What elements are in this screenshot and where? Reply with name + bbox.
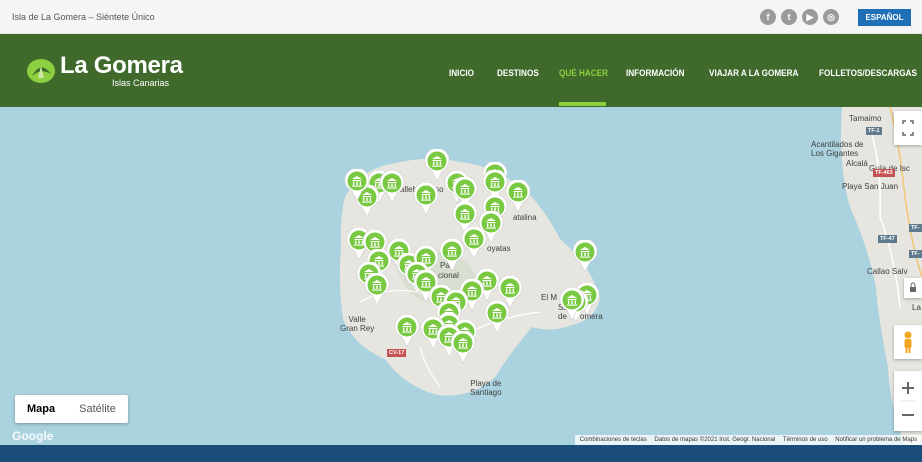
road-badge-cv17: CV-17 [387,349,407,357]
footer-strip [0,445,922,462]
youtube-icon[interactable]: ▶ [802,9,818,25]
map-label-callao: Callao Salv [867,267,908,276]
active-nav-indicator [559,102,606,106]
road-badge-tf463: TF-463 [873,169,895,177]
map-marker[interactable] [559,286,585,321]
museum-icon [505,178,531,213]
zoom-buttons [900,382,916,416]
nav-inicio[interactable]: INICIO [449,68,474,79]
map-marker[interactable] [484,299,510,334]
report-problem-link[interactable]: Notificar un problema de Maps [835,437,917,443]
map-type-map[interactable]: Mapa [15,395,67,423]
map-label-playa-san-juan: Playa San Juan [842,182,899,191]
top-bar: Isla de La Gomera – Siéntete Único f t ▶… [0,0,922,34]
museum-icon [484,299,510,334]
instagram-icon[interactable]: ◎ [823,9,839,25]
fullscreen-icon [902,120,914,136]
map-marker[interactable] [450,329,476,364]
map-label-la: La [912,303,921,312]
zoom-control [894,371,922,431]
logo-title[interactable]: La Gomera [60,52,183,80]
road-badge-tf47: TF-47 [878,235,897,243]
nav-viajar[interactable]: VIAJAR A LA GOMERA [709,68,798,79]
site-tagline: Isla de La Gomera – Siéntete Único [12,12,155,22]
road-badge-tf: TF- [909,224,922,232]
google-logo[interactable]: Google [12,429,53,443]
map-label-park-b: cional [438,271,459,280]
map-attribution: Combinaciones de teclas Datos de mapas ©… [574,435,922,445]
nav-informacion[interactable]: INFORMACIÓN [626,68,685,79]
museum-icon [379,169,405,204]
map-marker[interactable] [364,271,390,306]
logo-subtitle: Islas Canarias [112,78,170,88]
zoom-in-icon[interactable] [902,382,914,394]
nav-folletos[interactable]: FOLLETOS/DESCARGAS [819,68,917,79]
map-marker[interactable] [379,169,405,204]
map-label-ceyatas: oyatas [487,244,511,253]
lock-icon [910,282,916,292]
map-marker[interactable] [394,313,420,348]
museum-icon [394,313,420,348]
map-label-acantilados: Acantilados de Los Gigantes [811,140,864,158]
map-type-satellite[interactable]: Satélite [67,395,128,423]
map-type-control: Mapa Satélite [15,395,128,423]
nav-que-hacer[interactable]: QUÉ HACER [559,68,608,79]
museum-icon [364,271,390,306]
museum-icon [439,237,465,272]
map-marker[interactable] [344,167,370,202]
road-badge-tf-b: TF- [909,250,922,258]
pegman-button[interactable] [894,325,922,359]
map-label-playa-santiago: Playa de Santiago [470,379,502,397]
map-data-credit: Datos de mapas ©2021 Inst. Geogr. Nacion… [654,437,776,443]
museum-icon [559,286,585,321]
museum-icon [413,181,439,216]
map-canvas[interactable]: allehermoso atalina oyatas Pa cional El … [0,107,922,445]
facebook-icon[interactable]: f [760,9,776,25]
keyboard-shortcuts-link[interactable]: Combinaciones de teclas [580,437,647,443]
map-base [0,107,922,445]
fullscreen-button[interactable] [894,111,922,145]
nav-destinos[interactable]: DESTINOS [497,68,539,79]
road-badge-tf1: TF-1 [866,127,882,135]
language-button[interactable]: ESPAÑOL [858,9,911,26]
map-label-alcala: Alcalá [846,159,868,168]
map-marker[interactable] [439,237,465,272]
museum-icon [344,167,370,202]
lock-button[interactable] [904,278,922,298]
map-marker[interactable] [413,181,439,216]
map-marker[interactable] [572,238,598,273]
museum-icon [450,329,476,364]
logo-icon[interactable] [26,56,56,86]
map-label-valle-gran-rey: Valle Gran Rey [340,315,375,333]
map-label-catalina: atalina [513,213,537,222]
map-label-el-m: El M [541,293,557,302]
twitter-icon[interactable]: t [781,9,797,25]
map-label-tamaimo: Tamaimo [849,114,882,123]
terms-link[interactable]: Términos de uso [783,437,828,443]
map-marker[interactable] [505,178,531,213]
pegman-icon [904,331,912,353]
museum-icon [572,238,598,273]
